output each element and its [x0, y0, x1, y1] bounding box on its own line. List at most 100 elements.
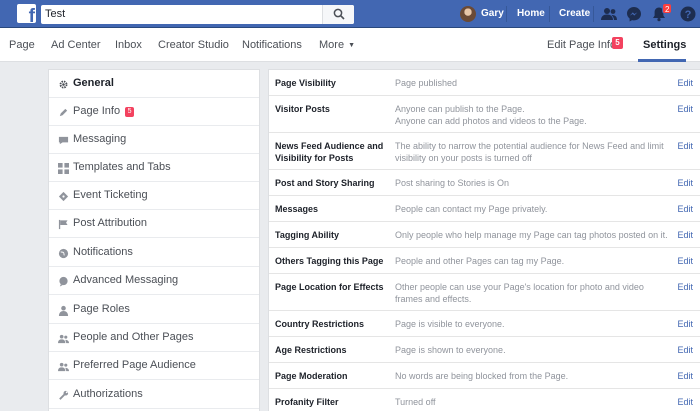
setting-row-page-location-for-effects[interactable]: Page Location for Effects Other people c… — [269, 274, 700, 311]
person-icon — [58, 305, 69, 316]
messenger-icon[interactable] — [625, 5, 643, 23]
edit-link[interactable]: Edit — [677, 255, 693, 267]
setting-label: Age Restrictions — [275, 345, 347, 355]
setting-row-page-visibility[interactable]: Page Visibility Page published Edit — [269, 70, 700, 96]
sidebar-item-label: Page Info — [73, 105, 121, 117]
setting-label: News Feed Audience and Visibility for Po… — [275, 141, 384, 163]
sidebar-item-label-wrap: Page Info 5 — [73, 105, 135, 117]
sidebar-item-label: Messaging — [73, 133, 127, 145]
sidebar-item-notifications[interactable]: Notifications — [49, 239, 259, 267]
tab-ad-center[interactable]: Ad Center — [51, 39, 101, 51]
setting-label: Page Location for Effects — [275, 282, 384, 292]
setting-row-post-and-story-sharing[interactable]: Post and Story Sharing Post sharing to S… — [269, 170, 700, 196]
sidebar-item-page-roles[interactable]: Page Roles — [49, 296, 259, 324]
setting-label: Visitor Posts — [275, 104, 330, 114]
edit-link[interactable]: Edit — [677, 281, 693, 293]
setting-value: People and other Pages can tag my Page. — [395, 256, 565, 266]
edit-link[interactable]: Edit — [677, 370, 693, 382]
general-settings-table: Page Visibility Page published Edit Visi… — [268, 69, 700, 411]
caret-down-icon: ▼ — [348, 42, 355, 49]
tab-creator-studio[interactable]: Creator Studio — [158, 39, 229, 51]
setting-value: Page published — [395, 78, 458, 88]
tab-settings[interactable]: Settings — [643, 39, 686, 51]
edit-link[interactable]: Edit — [677, 344, 693, 356]
create-link[interactable]: Create — [559, 8, 590, 19]
notifications-badge: 2 — [662, 3, 673, 14]
help-icon[interactable]: ? — [679, 5, 697, 23]
sidebar-item-messaging[interactable]: Messaging — [49, 126, 259, 154]
avatar — [460, 6, 476, 22]
setting-row-messages[interactable]: Messages People can contact my Page priv… — [269, 196, 700, 222]
sidebar-item-label: Templates and Tabs — [73, 161, 171, 173]
edit-link[interactable]: Edit — [677, 203, 693, 215]
active-tab-indicator — [638, 59, 686, 62]
tab-page[interactable]: Page — [9, 39, 35, 51]
sidebar-item-authorizations[interactable]: Authorizations — [49, 381, 259, 409]
setting-value: Page is shown to everyone. — [395, 345, 506, 355]
gear-icon — [59, 80, 68, 89]
setting-label: Post and Story Sharing — [275, 178, 375, 188]
tab-more-label: More — [319, 39, 345, 51]
setting-value: Other people can use your Page's locatio… — [395, 282, 644, 304]
setting-row-news-feed-audience[interactable]: News Feed Audience and Visibility for Po… — [269, 133, 700, 170]
setting-value: Page is visible to everyone. — [395, 319, 505, 329]
setting-value: The ability to narrow the potential audi… — [395, 141, 664, 163]
sidebar-item-label: Preferred Page Audience — [73, 359, 196, 371]
search-icon — [333, 8, 345, 20]
setting-row-others-tagging[interactable]: Others Tagging this Page People and othe… — [269, 248, 700, 274]
globe-icon — [58, 248, 69, 259]
page-info-badge: 5 — [125, 107, 135, 117]
edit-page-info-link[interactable]: Edit Page Info — [547, 39, 616, 51]
setting-label: Profanity Filter — [275, 397, 339, 407]
edit-link[interactable]: Edit — [677, 103, 693, 115]
setting-row-tagging-ability[interactable]: Tagging Ability Only people who help man… — [269, 222, 700, 248]
sidebar-item-event-ticketing[interactable]: Event Ticketing — [49, 182, 259, 210]
setting-row-page-moderation[interactable]: Page Moderation No words are being block… — [269, 363, 700, 389]
facebook-logo-icon[interactable]: f — [17, 4, 36, 23]
setting-value: People can contact my Page privately. — [395, 204, 548, 214]
sidebar-item-advanced-messaging[interactable]: Advanced Messaging — [49, 267, 259, 295]
tab-more[interactable]: More ▼ — [319, 39, 355, 51]
setting-row-profanity-filter[interactable]: Profanity Filter Turned off Edit — [269, 389, 700, 411]
svg-text:?: ? — [685, 9, 692, 21]
tab-inbox[interactable]: Inbox — [115, 39, 142, 51]
edit-link[interactable]: Edit — [677, 229, 693, 241]
sidebar-item-post-attribution[interactable]: Post Attribution — [49, 210, 259, 238]
edit-page-info-badge: 5 — [612, 37, 623, 49]
search-input[interactable]: Test — [45, 8, 65, 20]
divider — [549, 6, 550, 22]
sidebar-item-label: Page Roles — [73, 303, 130, 315]
edit-link[interactable]: Edit — [677, 140, 693, 152]
grid-icon — [58, 163, 69, 174]
setting-row-country-restrictions[interactable]: Country Restrictions Page is visible to … — [269, 311, 700, 337]
setting-value: Only people who help manage my Page can … — [395, 230, 668, 240]
chat-bubble-icon — [58, 136, 69, 145]
setting-label: Others Tagging this Page — [275, 256, 384, 266]
flag-icon — [58, 219, 68, 230]
sidebar-item-page-info[interactable]: Page Info 5 — [49, 98, 259, 126]
tab-notifications[interactable]: Notifications — [242, 39, 302, 51]
edit-link[interactable]: Edit — [677, 396, 693, 408]
setting-row-visitor-posts[interactable]: Visitor Posts Anyone can publish to the … — [269, 96, 700, 133]
sidebar-item-label: Authorizations — [73, 388, 143, 400]
sidebar-item-label: Advanced Messaging — [73, 274, 179, 286]
setting-value: Anyone can publish to the Page. Anyone c… — [395, 104, 587, 126]
setting-value: Turned off — [395, 397, 436, 407]
pencil-icon — [59, 108, 68, 117]
edit-link[interactable]: Edit — [677, 177, 693, 189]
search-box[interactable]: Test — [41, 5, 354, 24]
edit-link[interactable]: Edit — [677, 318, 693, 330]
home-link[interactable]: Home — [517, 8, 545, 19]
sidebar-item-preferred-page-audience[interactable]: Preferred Page Audience — [49, 352, 259, 380]
wrench-icon — [59, 390, 69, 400]
top-navigation-bar: f Test Gary Home Create 2 ? — [0, 0, 700, 28]
edit-link[interactable]: Edit — [677, 77, 693, 89]
friends-icon[interactable] — [600, 5, 618, 23]
search-button[interactable] — [322, 5, 354, 24]
sidebar-item-people-and-other-pages[interactable]: People and Other Pages — [49, 324, 259, 352]
sidebar-item-templates-and-tabs[interactable]: Templates and Tabs — [49, 154, 259, 182]
ticket-icon — [58, 191, 69, 202]
chat-bubble-icon — [59, 276, 68, 287]
setting-row-age-restrictions[interactable]: Age Restrictions Page is shown to everyo… — [269, 337, 700, 363]
sidebar-item-general[interactable]: General — [49, 70, 259, 98]
